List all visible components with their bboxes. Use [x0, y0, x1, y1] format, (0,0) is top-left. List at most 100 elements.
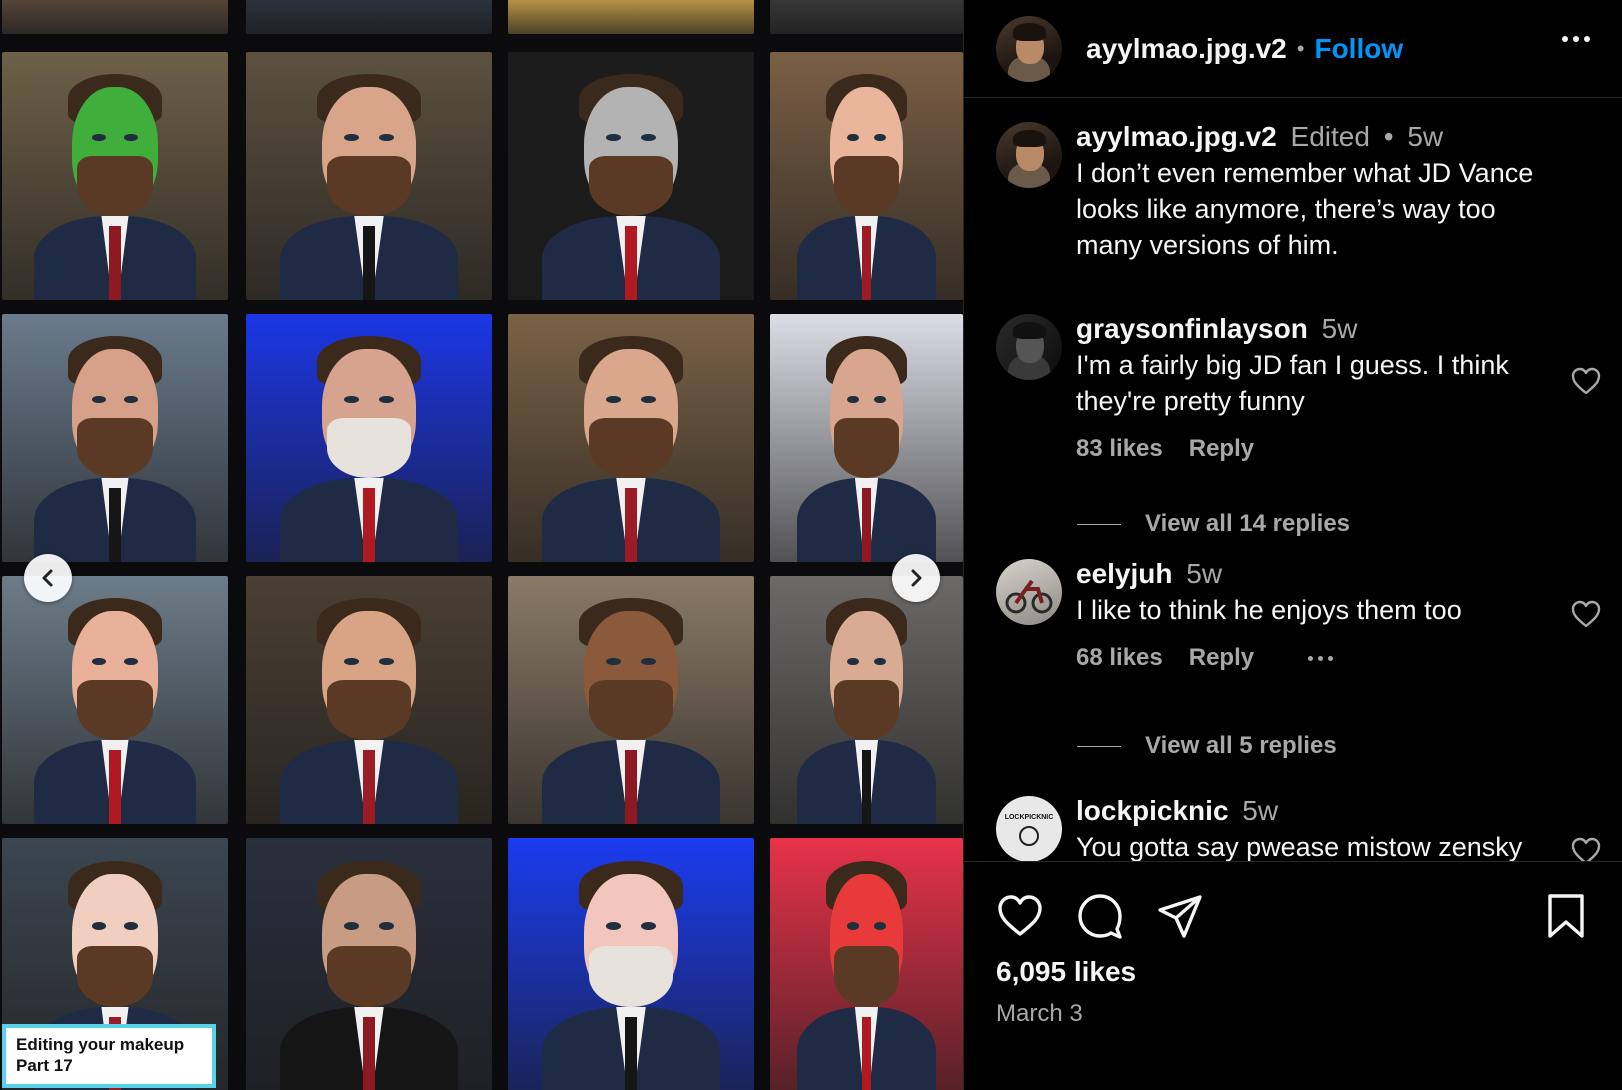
previous-slide-button[interactable] [24, 554, 72, 602]
eye-shape [847, 395, 859, 404]
collage-image-tile [2, 52, 228, 300]
comment-username[interactable]: ayylmao.jpg.v2 [1076, 121, 1277, 152]
view-replies-label: View all 14 replies [1145, 510, 1351, 537]
comment-options-icon[interactable] [1308, 655, 1334, 661]
bookmark-icon[interactable] [1542, 892, 1590, 940]
eye-shape [874, 922, 886, 931]
view-replies-button[interactable]: View all 14 replies [1077, 510, 1350, 538]
collage-image-tile [770, 838, 963, 1090]
eye-shape [378, 922, 394, 931]
beard-shape [327, 680, 411, 740]
beard-shape [76, 418, 154, 478]
comment-avatar[interactable] [996, 559, 1062, 625]
next-slide-button[interactable] [892, 554, 940, 602]
collage-image-tile [2, 576, 228, 824]
share-icon[interactable] [1156, 892, 1204, 940]
reply-button[interactable]: Reply [1189, 435, 1254, 463]
eye-shape [124, 395, 138, 404]
comment-likes[interactable]: 83 likes [1076, 435, 1163, 463]
tie-shape [109, 487, 121, 562]
beard-shape [589, 680, 673, 740]
post-likes-count[interactable]: 6,095 likes [996, 956, 1136, 988]
collage-image-tile [508, 838, 754, 1090]
beard-shape [327, 156, 411, 216]
collage-image-tile [508, 52, 754, 300]
eye-shape [847, 657, 859, 666]
comment-avatar[interactable] [996, 122, 1062, 188]
like-comment-heart-icon[interactable] [1570, 366, 1602, 396]
replies-rule [1077, 523, 1121, 525]
collage-image-tile [508, 576, 754, 824]
comment-username[interactable]: eelyjuh [1076, 558, 1172, 589]
tie-shape [362, 749, 376, 824]
heart-icon[interactable] [996, 892, 1044, 940]
comment-text: You gotta say pwease mistow zensky [1076, 832, 1523, 862]
eye-shape [847, 922, 859, 931]
comment-avatar[interactable]: LOCKPICKNIC [996, 796, 1062, 861]
collage-image-tile [246, 0, 492, 34]
collage-image-tile [246, 52, 492, 300]
like-comment-heart-icon[interactable] [1570, 836, 1602, 862]
eye-shape [640, 133, 656, 142]
comment-text: I like to think he enjoys them too [1076, 595, 1462, 625]
collage-image-tile [2, 0, 228, 34]
edited-label: Edited [1290, 121, 1370, 152]
avatar-logo-text: LOCKPICKNIC [1004, 814, 1054, 821]
post-media[interactable]: Editing your makeup Part 17 [0, 0, 963, 1090]
like-comment-heart-icon[interactable] [1570, 599, 1602, 629]
collage-image-tile [508, 0, 754, 34]
view-replies-label: View all 5 replies [1145, 732, 1337, 759]
eye-shape [874, 657, 886, 666]
eye-shape [874, 133, 886, 142]
beard-shape [833, 680, 900, 740]
eye-shape [640, 395, 656, 404]
post-actions-bar [996, 892, 1590, 942]
replies-rule [1077, 745, 1121, 747]
comment-age: 5w [1242, 795, 1279, 826]
eye-shape [378, 395, 394, 404]
tie-shape [624, 487, 638, 562]
comment-age: 5w [1407, 121, 1444, 152]
beard-shape [76, 680, 154, 740]
more-options-icon[interactable] [1562, 36, 1590, 42]
tie-shape [109, 225, 121, 300]
comment-username[interactable]: graysonfinlayson [1076, 313, 1308, 344]
reply-button[interactable]: Reply [1189, 644, 1254, 672]
tie-shape [861, 749, 872, 824]
collage-image-tile [246, 314, 492, 562]
lock-icon [1019, 826, 1039, 846]
author-username[interactable]: ayylmao.jpg.v2 [1086, 33, 1287, 65]
tie-shape [624, 749, 638, 824]
eye-shape [124, 657, 138, 666]
eye-shape [378, 657, 394, 666]
tie-shape [861, 1017, 872, 1090]
meta-separator: • [1383, 121, 1394, 152]
tie-shape [109, 749, 121, 824]
comment-avatar[interactable] [996, 314, 1062, 380]
view-replies-button[interactable]: View all 5 replies [1077, 732, 1337, 760]
eye-shape [124, 133, 138, 142]
beard-shape [589, 418, 673, 478]
comment-icon[interactable] [1076, 892, 1124, 940]
comment-age: 5w [1321, 313, 1358, 344]
beard-shape [76, 156, 154, 216]
beard-shape [327, 418, 411, 478]
post-date[interactable]: March 3 [996, 1000, 1083, 1028]
eye-shape [874, 395, 886, 404]
collage-image-tile [770, 576, 963, 824]
comment-username[interactable]: lockpicknic [1076, 795, 1229, 826]
author-avatar[interactable] [996, 15, 1062, 82]
follow-button[interactable]: Follow [1314, 33, 1403, 65]
comment-text: I don’t even remember what JD Vance look… [1076, 158, 1534, 260]
beard-shape [833, 418, 900, 478]
post-side-panel: ayylmao.jpg.v2 • Follow ayylmao.jpg.v2 E… [963, 0, 1622, 1090]
meme-collage-grid [0, 0, 963, 1090]
collage-image-tile [246, 838, 492, 1090]
tie-shape [362, 1017, 376, 1090]
comment-likes[interactable]: 68 likes [1076, 644, 1163, 672]
beard-shape [833, 156, 900, 216]
tie-shape [624, 1017, 638, 1090]
comments-list[interactable]: ayylmao.jpg.v2 Edited • 5w I don’t even … [964, 98, 1622, 862]
collage-image-tile [770, 52, 963, 300]
eye-shape [640, 922, 656, 931]
